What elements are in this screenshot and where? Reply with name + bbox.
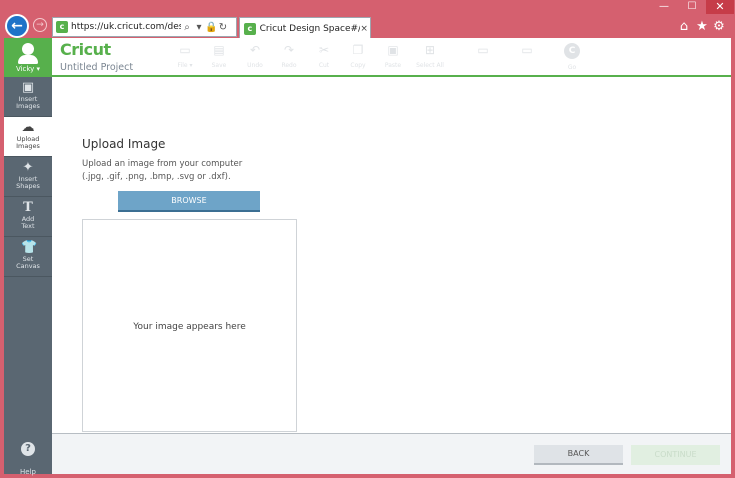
minimize-button[interactable]: — [651,0,677,14]
sidebar-item-label: Images [16,142,40,150]
star-icon[interactable]: ★ [695,20,709,34]
tab-title[interactable]: Cricut Design Space#/landi... [260,24,361,34]
tool-label: Copy [350,62,366,69]
tool-label: Go [567,64,577,71]
dropdown-arrow-icon[interactable]: ▾ [193,22,205,33]
search-icon[interactable]: ⌕ [181,22,193,33]
copy-icon: ❐ [352,43,364,57]
arrange-tool-placeholder[interactable]: ▭ [507,43,547,57]
sidebar-item-label: Images [16,102,40,110]
browser-chrome: — ☐ ✕ ← → c https://uk.cricut.com/design… [0,0,735,40]
shirt-icon: 👕 [21,240,38,255]
cut-icon: ✂ [318,43,330,57]
sidebar-item-upload-images[interactable]: ☁ Upload Images [4,117,52,157]
browser-back-button[interactable]: ← [5,14,29,38]
tab-close-icon[interactable]: × [360,24,370,34]
arrange-icon: ▭ [521,43,533,57]
tool-label: Redo [281,62,297,69]
footer-bar: BACK CONTINUE [52,433,731,474]
image-preview-area: Your image appears here [82,219,297,432]
sidebar-item-help[interactable]: ? Help [4,436,52,478]
shapes-icon: ✦ [22,160,34,175]
home-icon[interactable]: ⌂ [677,20,691,34]
user-avatar-body [18,55,38,64]
undo-button[interactable]: ↶ Undo [240,43,270,69]
preview-placeholder-text: Your image appears here [133,322,246,332]
sidebar-item-set-canvas[interactable]: 👕 Set Canvas [4,237,52,277]
sidebar-item-label: Shapes [16,182,40,190]
back-button[interactable]: BACK [534,445,623,465]
undo-icon: ↶ [249,43,261,57]
upload-description-line: (.jpg, .gif, .png, .bmp, .svg or .dxf). [82,172,231,182]
cricut-go-icon: C [564,43,580,59]
cricut-logo: Cricut [60,40,111,59]
upload-description-line: Upload an image from your computer [82,159,243,169]
refresh-icon[interactable]: ↻ [217,22,229,33]
lock-icon[interactable]: 🔒 [205,22,217,33]
tool-label: Select All [416,62,444,69]
browse-button[interactable]: BROWSE [118,191,260,212]
redo-icon: ↷ [283,43,295,57]
edit-icon: ▭ [477,43,489,57]
cricut-favicon-icon: c [56,21,68,33]
save-button[interactable]: ▤ Save [204,43,234,69]
continue-button[interactable]: CONTINUE [631,445,720,465]
sidebar-item-label: Canvas [16,262,40,270]
user-name: Vicky ▾ [15,65,41,73]
tool-label: Undo [247,62,263,69]
folder-icon: ▭ [179,43,191,57]
sidebar-item-insert-images[interactable]: ▣ Insert Images [4,77,52,117]
go-button[interactable]: C Go [557,43,587,71]
gear-icon[interactable]: ⚙ [712,20,726,34]
address-bar[interactable]: c https://uk.cricut.com/design/#/ ⌕ ▾ 🔒 … [52,17,237,37]
help-icon: ? [21,442,35,456]
help-label: Help [20,468,36,476]
user-avatar-icon [22,43,34,55]
project-title[interactable]: Untitled Project [60,62,133,73]
sidebar-item-label: Text [21,222,35,230]
address-url[interactable]: https://uk.cricut.com/design/#/ [71,22,181,32]
select-all-button[interactable]: ⊞ Select All [412,43,448,69]
tool-label: Save [211,62,227,69]
sidebar-item-insert-shapes[interactable]: ✦ Insert Shapes [4,157,52,197]
upload-description: Upload an image from your computer (.jpg… [82,158,262,184]
arrow-left-icon: ← [11,18,23,34]
cricut-design-space-app: Vicky ▾ ▣ Insert Images ☁ Upload Images … [4,38,731,476]
redo-button[interactable]: ↷ Redo [274,43,304,69]
close-window-button[interactable]: ✕ [706,0,734,14]
maximize-button[interactable]: ☐ [679,0,705,14]
page-title: Upload Image [82,137,166,151]
arrow-right-icon: → [36,20,44,30]
app-header: Cricut Untitled Project ▭ File ▾ ▤ Save … [52,38,731,77]
cloud-upload-icon: ☁ [21,120,35,135]
file-menu-button[interactable]: ▭ File ▾ [170,43,200,69]
text-icon: T [23,200,33,215]
user-menu[interactable]: Vicky ▾ [4,38,52,77]
sidebar-item-add-text[interactable]: T Add Text [4,197,52,237]
image-icon: ▣ [21,80,35,95]
tool-label: File ▾ [177,62,193,69]
cut-button[interactable]: ✂ Cut [309,43,339,69]
save-icon: ▤ [213,43,225,57]
browser-tab[interactable]: c Cricut Design Space#/landi... × [239,17,371,39]
paste-button[interactable]: ▣ Paste [378,43,408,69]
select-all-icon: ⊞ [424,43,436,57]
sidebar: Vicky ▾ ▣ Insert Images ☁ Upload Images … [4,38,52,476]
browser-forward-button[interactable]: → [33,18,47,32]
paste-icon: ▣ [387,43,399,57]
edit-tool-placeholder[interactable]: ▭ [463,43,503,57]
tool-label: Paste [384,62,402,69]
cricut-favicon-icon: c [244,22,256,35]
copy-button[interactable]: ❐ Copy [343,43,373,69]
tool-label: Cut [318,62,330,69]
